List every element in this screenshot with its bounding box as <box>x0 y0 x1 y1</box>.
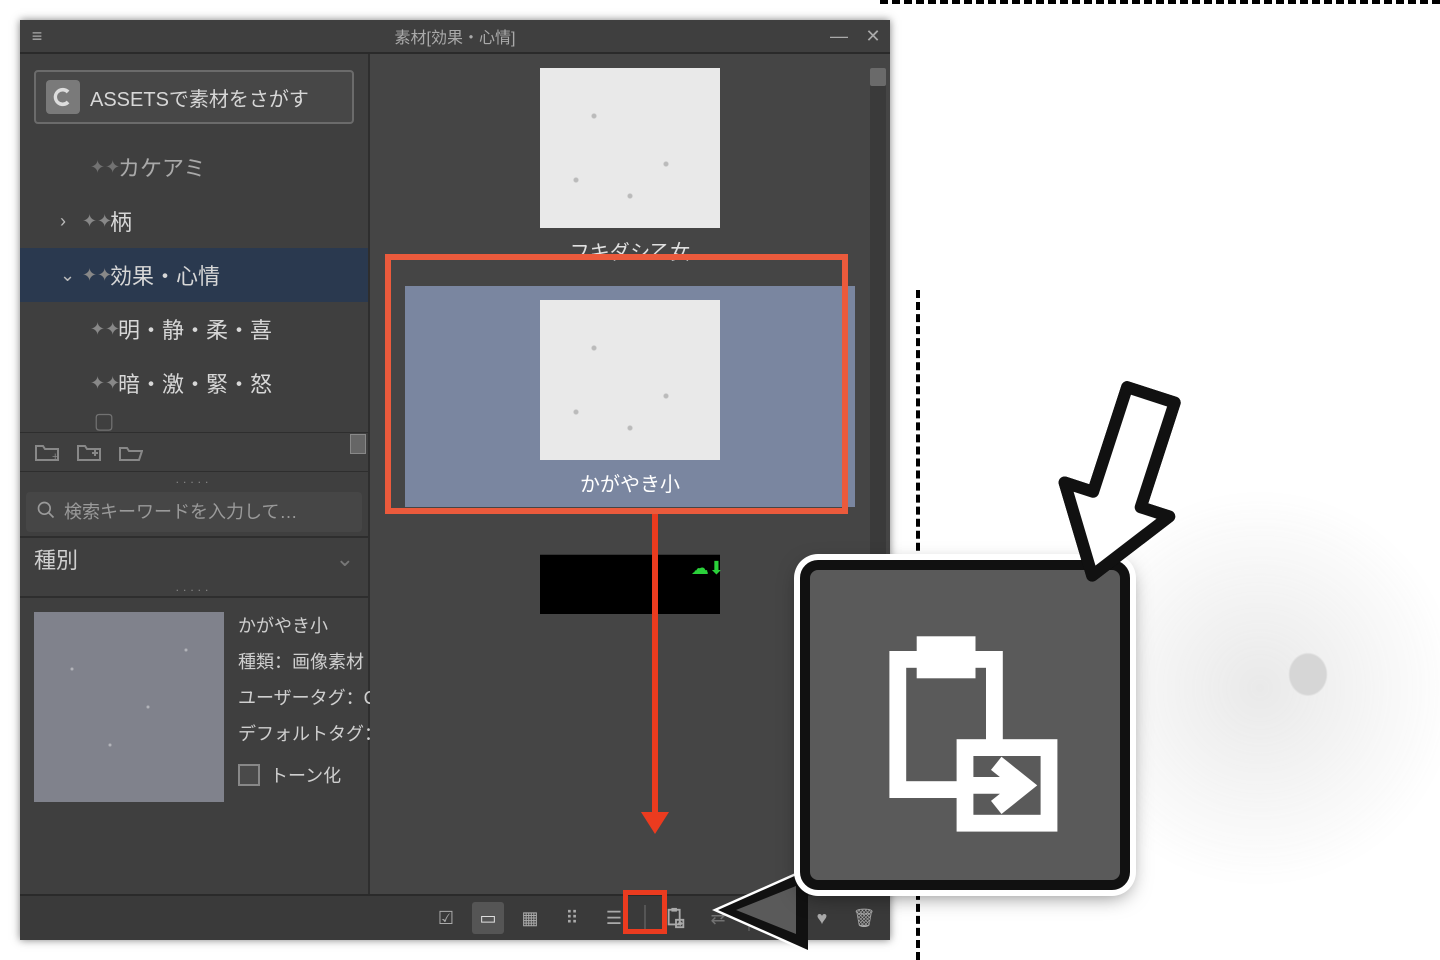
tree-item-truncated[interactable]: ✦✦ カケアミ <box>20 140 368 194</box>
svg-text:+: + <box>52 451 58 462</box>
tone-checkbox[interactable] <box>238 764 260 786</box>
annotation-arrow-head <box>641 812 669 834</box>
material-thumbnail <box>540 300 720 460</box>
tree-item-pattern[interactable]: › ✦✦ 柄 <box>20 194 368 248</box>
annotation-button-highlight <box>623 890 667 934</box>
type-filter-row[interactable]: 種別 ⌄ <box>20 536 368 580</box>
material-item-cloud[interactable]: ☁⬇ <box>530 554 730 614</box>
material-panel: ≡ 素材[効果・心情] — ✕ ASSETSで素材をさがす ✦✦ カケアミ › <box>20 20 890 940</box>
panel-menu-icon[interactable]: ≡ <box>20 26 54 47</box>
cloud-download-icon[interactable]: ☁⬇ <box>691 558 724 579</box>
expand-icon: › <box>60 211 82 232</box>
chevron-down-icon: ⌄ <box>336 546 354 572</box>
favorite-button[interactable]: ♥ <box>806 902 838 934</box>
tree-label: 暗・激・緊・怒 <box>118 367 272 399</box>
search-assets-button[interactable]: ASSETSで素材をさがす <box>34 70 354 124</box>
search-assets-label: ASSETSで素材をさがす <box>90 83 309 112</box>
sparkle-icon: ✦✦ <box>90 319 118 340</box>
annotation-arrow-shaft <box>652 514 658 814</box>
detail-thumbnail <box>34 612 224 802</box>
tone-label: トーン化 <box>270 762 341 788</box>
tree-label: カケアミ <box>118 151 206 183</box>
assets-logo-icon <box>46 80 80 114</box>
type-label: 種別 <box>34 543 78 575</box>
annotation-callout <box>800 560 1130 890</box>
tree-item-effect-emotion[interactable]: ⌄ ✦✦ 効果・心情 <box>20 248 368 302</box>
paste-to-canvas-icon-large <box>860 630 1070 840</box>
material-thumbnail <box>540 68 720 228</box>
minimize-button[interactable]: — <box>822 26 856 47</box>
panel-title: 素材[効果・心情] <box>20 24 890 48</box>
material-item-fukidashi[interactable]: フキダシ乙女 <box>410 68 850 265</box>
annotation-big-arrow <box>1040 380 1180 570</box>
folder-action-bar: + <box>20 432 368 472</box>
material-caption: かがやき小 <box>405 468 855 497</box>
view-large-grid-button[interactable]: ▦ <box>514 902 546 934</box>
selection-marquee-top <box>880 0 1440 4</box>
collapse-icon: ⌄ <box>60 265 82 286</box>
tree-label: 効果・心情 <box>110 259 220 291</box>
tree-scrollbar[interactable] <box>350 434 366 454</box>
resize-grip[interactable]: ..... <box>20 472 368 488</box>
panel-titlebar[interactable]: ≡ 素材[効果・心情] — ✕ <box>20 20 890 54</box>
open-folder-icon[interactable] <box>118 441 144 463</box>
tree-item-cut[interactable]: ▢ <box>20 410 368 432</box>
sparkle-icon: ✦✦ <box>82 211 110 232</box>
tree-label: 明・静・柔・喜 <box>118 313 272 345</box>
delete-folder-icon[interactable] <box>76 441 102 463</box>
view-detail-button[interactable]: ▭ <box>472 902 504 934</box>
search-input[interactable] <box>64 502 352 523</box>
delete-button[interactable]: 🗑 <box>848 902 880 934</box>
material-caption: フキダシ乙女 <box>410 236 850 265</box>
material-sidebar: ASSETSで素材をさがす ✦✦ カケアミ › ✦✦ 柄 ⌄ ✦✦ 効果・心情 <box>20 54 370 894</box>
sparkle-icon: ✦✦ <box>90 157 118 178</box>
sparkle-icon: ✦✦ <box>82 265 110 286</box>
tree-item-bright[interactable]: ✦✦ 明・静・柔・喜 <box>20 302 368 356</box>
tree-item-dark[interactable]: ✦✦ 暗・激・緊・怒 <box>20 356 368 410</box>
search-field[interactable] <box>26 492 362 532</box>
folder-tree: ✦✦ カケアミ › ✦✦ 柄 ⌄ ✦✦ 効果・心情 ✦✦ 明・静・柔・喜 <box>20 140 368 432</box>
select-all-button[interactable]: ☑ <box>430 902 462 934</box>
sparkle-icon: ✦✦ <box>90 373 118 394</box>
folder-icon: ▢ <box>90 410 118 432</box>
close-button[interactable]: ✕ <box>856 26 890 47</box>
search-icon <box>36 500 56 525</box>
annotation-callout-tail <box>718 870 808 950</box>
view-small-grid-button[interactable]: ⠿ <box>556 902 588 934</box>
scrollbar-thumb[interactable] <box>870 68 886 86</box>
resize-grip[interactable]: ..... <box>20 580 368 596</box>
material-item-kagayaki[interactable]: かがやき小 <box>405 286 855 507</box>
tree-label: 柄 <box>110 205 132 237</box>
new-folder-icon[interactable]: + <box>34 441 60 463</box>
